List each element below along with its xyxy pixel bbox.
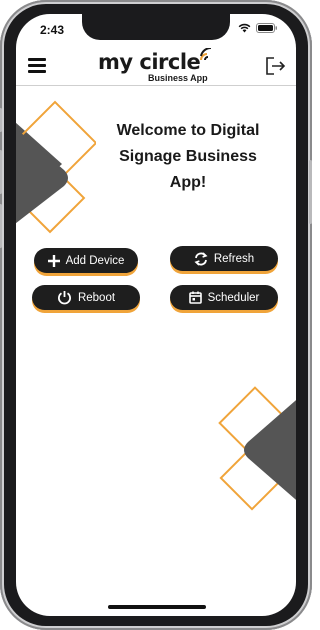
logo-title: my circle bbox=[98, 50, 201, 74]
volume-up-button bbox=[0, 150, 2, 194]
plus-icon bbox=[47, 254, 60, 267]
power-icon bbox=[57, 291, 71, 305]
scheduler-label: Scheduler bbox=[207, 291, 260, 304]
reboot-label: Reboot bbox=[77, 291, 116, 304]
scheduler-button[interactable]: Scheduler bbox=[170, 285, 278, 310]
logo-subtitle: Business App bbox=[148, 73, 208, 83]
mute-switch bbox=[0, 108, 2, 132]
welcome-line-3: App! bbox=[169, 174, 207, 191]
refresh-label: Refresh bbox=[213, 252, 255, 265]
app-bar: my circle Business App bbox=[16, 46, 296, 86]
wifi-icon bbox=[238, 23, 251, 33]
reboot-button[interactable]: Reboot bbox=[32, 285, 140, 310]
welcome-line-2: Signage Business bbox=[119, 148, 257, 165]
status-time: 2:43 bbox=[40, 23, 65, 37]
decor-top-left bbox=[16, 100, 96, 234]
add-device-button[interactable]: Add Device bbox=[34, 248, 138, 273]
logout-icon[interactable] bbox=[264, 56, 286, 76]
refresh-button[interactable]: Refresh bbox=[170, 246, 278, 271]
welcome-line-1: Welcome to Digital bbox=[116, 122, 260, 139]
screen: 2:43 my circle Business App Welcome to D… bbox=[16, 14, 296, 616]
welcome-heading: Welcome to Digital Signage Business App! bbox=[100, 118, 276, 196]
status-icons bbox=[238, 23, 278, 33]
battery-icon bbox=[256, 23, 277, 33]
calendar-icon bbox=[188, 291, 202, 304]
refresh-icon bbox=[194, 251, 208, 266]
notch bbox=[82, 14, 230, 40]
app-logo: my circle Business App bbox=[98, 48, 218, 84]
phone-frame: 2:43 my circle Business App Welcome to D… bbox=[0, 0, 312, 630]
logo-signal-icon bbox=[200, 48, 212, 61]
power-button bbox=[309, 160, 312, 224]
home-indicator bbox=[108, 605, 206, 609]
volume-down-button bbox=[0, 204, 2, 248]
add-device-label: Add Device bbox=[65, 254, 125, 267]
decor-bottom-right bbox=[218, 386, 296, 511]
menu-icon[interactable] bbox=[28, 58, 46, 73]
